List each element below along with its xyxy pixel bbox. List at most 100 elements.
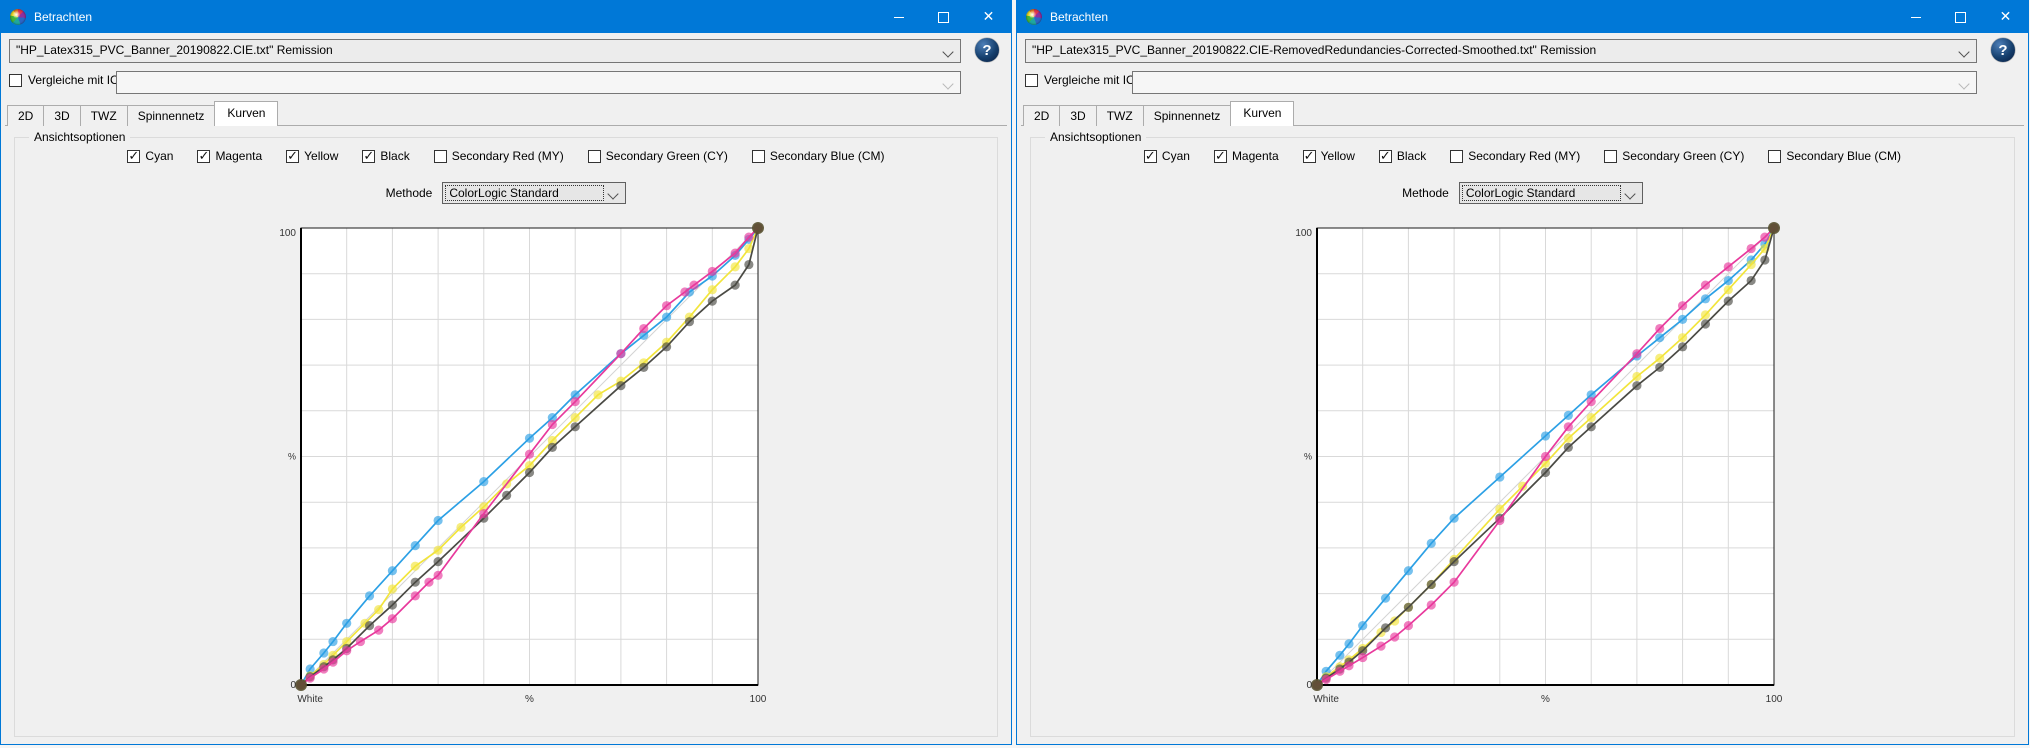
checkbox-magenta[interactable]: Magenta [1214,149,1279,163]
checkbox-black[interactable]: Black [1379,149,1426,163]
datapoint-magenta [479,509,488,518]
checkbox-checked-icon[interactable] [1214,150,1227,163]
datapoint-yellow [708,285,717,294]
checkbox-checked-icon[interactable] [286,150,299,163]
checkbox-label: Secondary Blue (CM) [1786,149,1901,163]
checkbox-checked-icon[interactable] [362,150,375,163]
datapoint-magenta [680,287,689,296]
maximize-button[interactable] [1938,1,1983,33]
checkbox-checked-icon[interactable] [127,150,140,163]
datapoint-black [616,381,625,390]
datapoint-yellow [1495,504,1504,513]
checkbox-secondary-red-my[interactable]: Secondary Red (MY) [1450,149,1580,163]
datapoint-magenta [374,626,383,635]
datapoint-cyan [388,566,397,575]
minimize-button[interactable] [876,1,921,33]
checkbox-checked-icon[interactable] [197,150,210,163]
datapoint-yellow [731,262,740,271]
checkbox-secondary-green-cy[interactable]: Secondary Green (CY) [1604,149,1744,163]
channel-checkbox-row: Cyan Magenta Yellow Black Secondary Red (MY)… [1031,149,2014,163]
icc-profile-combobox[interactable] [116,71,961,94]
window-title: Betrachten [34,10,92,24]
tab-2d[interactable]: 2D [7,105,44,126]
help-button[interactable]: ? [975,38,999,62]
measurement-file-combobox[interactable]: "HP_Latex315_PVC_Banner_20190822.CIE.txt… [9,39,961,63]
icc-profile-checkbox[interactable] [9,74,22,87]
checkbox-unchecked-icon[interactable] [434,150,447,163]
window-betrachten-right: Betrachten ✕ "HP_Latex315_PVC_Banner_201… [1016,0,2029,745]
curves-chart: 100%0White%100 [1275,219,1797,721]
endpoint-dot [295,679,307,691]
maximize-icon [1955,12,1966,23]
datapoint-magenta [731,249,740,258]
datapoint-magenta [1358,653,1367,662]
tab-spinnennetz[interactable]: Spinnennetz [1143,105,1232,126]
checkbox-yellow[interactable]: Yellow [286,149,338,163]
datapoint-black [1724,297,1733,306]
datapoint-magenta [662,301,671,310]
checkbox-magenta[interactable]: Magenta [197,149,262,163]
datapoint-yellow [411,562,420,571]
close-button[interactable]: ✕ [966,1,1011,33]
minimize-button[interactable] [1893,1,1938,33]
datapoint-black [388,600,397,609]
tab-2d[interactable]: 2D [1023,105,1060,126]
datapoint-magenta [388,614,397,623]
datapoint-magenta [1724,262,1733,271]
datapoint-cyan [365,591,374,600]
groupbox-label: Ansichtsoptionen [29,130,130,144]
checkbox-secondary-blue-cm[interactable]: Secondary Blue (CM) [1768,149,1901,163]
checkbox-yellow[interactable]: Yellow [1303,149,1355,163]
tab-kurven[interactable]: Kurven [214,101,278,126]
endpoint-dot [1768,222,1780,234]
checkbox-secondary-blue-cm[interactable]: Secondary Blue (CM) [752,149,885,163]
titlebar[interactable]: Betrachten ✕ [1017,1,2028,33]
datapoint-magenta [571,397,580,406]
methode-combobox[interactable]: ColorLogic Standard [442,182,626,204]
tab-spinnennetz[interactable]: Spinnennetz [127,105,216,126]
checkbox-black[interactable]: Black [362,149,409,163]
channel-checkbox-row: Cyan Magenta Yellow Black Secondary Red (MY)… [15,149,997,163]
checkbox-unchecked-icon[interactable] [1768,150,1781,163]
tab-strip: 2D3DTWZSpinnennetzKurven [7,102,277,126]
checkbox-cyan[interactable]: Cyan [127,149,173,163]
tab-kurven[interactable]: Kurven [1230,101,1294,126]
checkbox-unchecked-icon[interactable] [1604,150,1617,163]
help-button[interactable]: ? [1991,38,2015,62]
datapoint-yellow [1655,354,1664,363]
tab-3d[interactable]: 3D [43,105,80,126]
tab-3d[interactable]: 3D [1059,105,1096,126]
checkbox-unchecked-icon[interactable] [1450,150,1463,163]
checkbox-cyan[interactable]: Cyan [1144,149,1190,163]
window-controls: ✕ [1893,1,2028,33]
close-button[interactable]: ✕ [1983,1,2028,33]
chevron-down-icon [608,188,619,199]
checkbox-secondary-red-my[interactable]: Secondary Red (MY) [434,149,564,163]
checkbox-checked-icon[interactable] [1144,150,1157,163]
checkbox-secondary-green-cy[interactable]: Secondary Green (CY) [588,149,728,163]
methode-combobox[interactable]: ColorLogic Standard [1459,182,1643,204]
tab-twz[interactable]: TWZ [1096,105,1144,126]
measurement-file-combobox[interactable]: "HP_Latex315_PVC_Banner_20190822.CIE-Rem… [1025,39,1977,63]
tab-twz[interactable]: TWZ [80,105,128,126]
datapoint-magenta [639,324,648,333]
titlebar[interactable]: Betrachten ✕ [1,1,1011,33]
datapoint-yellow [456,523,465,532]
datapoint-black [731,281,740,290]
checkbox-unchecked-icon[interactable] [588,150,601,163]
datapoint-magenta [356,637,365,646]
datapoint-black [365,621,374,630]
checkbox-checked-icon[interactable] [1303,150,1316,163]
checkbox-label: Yellow [1321,149,1355,163]
datapoint-black [1587,422,1596,431]
icc-profile-combobox[interactable] [1132,71,1977,94]
icc-profile-checkbox[interactable] [1025,74,1038,87]
datapoint-magenta [434,571,443,580]
datapoint-black [1701,319,1710,328]
maximize-button[interactable] [921,1,966,33]
checkbox-unchecked-icon[interactable] [752,150,765,163]
checkbox-checked-icon[interactable] [1379,150,1392,163]
axis-label: 100 [1295,228,1312,239]
datapoint-magenta [1322,675,1331,684]
datapoint-magenta [1747,244,1756,253]
